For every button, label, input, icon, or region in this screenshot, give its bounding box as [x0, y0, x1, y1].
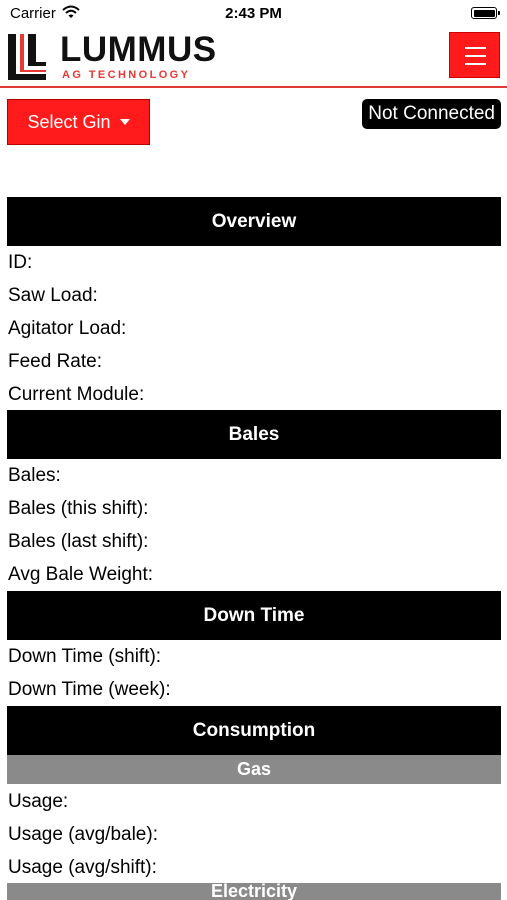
- consumption-title: Consumption: [192, 719, 316, 741]
- field-feed-rate: Feed Rate:: [8, 351, 102, 372]
- battery-icon: [471, 7, 500, 19]
- hamburger-line: [465, 63, 486, 65]
- caret-down-icon: [119, 119, 130, 125]
- logo-tagline: AG TECHNOLOGY: [62, 69, 191, 81]
- field-saw-load: Saw Load:: [8, 285, 98, 306]
- select-gin-dropdown[interactable]: Select Gin: [7, 99, 150, 145]
- status-bar: Carrier 2:43 PM: [0, 0, 507, 28]
- bales-title: Bales: [228, 423, 280, 445]
- field-id: ID:: [8, 252, 33, 273]
- consumption-header: Consumption: [7, 706, 501, 755]
- hamburger-line: [465, 55, 486, 57]
- bales-header: Bales: [7, 410, 501, 459]
- electricity-subheader: Electricity: [7, 883, 501, 900]
- field-avg-bale-weight: Avg Bale Weight:: [8, 564, 154, 585]
- field-down-time-week: Down Time (week):: [8, 679, 171, 700]
- field-gas-usage-avg-shift: Usage (avg/shift):: [8, 857, 157, 878]
- clock: 2:43 PM: [225, 5, 282, 22]
- field-gas-usage-avg-bale: Usage (avg/bale):: [8, 824, 158, 845]
- field-current-module: Current Module:: [8, 384, 145, 405]
- connection-status-text: Not Connected: [368, 103, 495, 124]
- field-bales-this-shift: Bales (this shift):: [8, 498, 149, 519]
- electricity-title: Electricity: [210, 883, 298, 900]
- field-bales: Bales:: [8, 465, 61, 486]
- down-time-header: Down Time: [7, 591, 501, 640]
- gas-subheader: Gas: [7, 755, 501, 784]
- down-time-title: Down Time: [203, 604, 305, 626]
- field-bales-last-shift: Bales (last shift):: [8, 531, 149, 552]
- field-gas-usage: Usage:: [8, 791, 69, 812]
- gas-title: Gas: [236, 759, 272, 779]
- menu-button[interactable]: [449, 32, 500, 78]
- lummus-logo-icon: [8, 34, 46, 80]
- connection-status-badge: Not Connected: [362, 99, 501, 129]
- logo-wordmark: LUMMUS: [60, 30, 217, 69]
- overview-header: Overview: [7, 197, 501, 246]
- select-gin-label: Select Gin: [27, 111, 111, 132]
- app-header: LUMMUS AG TECHNOLOGY: [0, 28, 507, 88]
- hamburger-line: [465, 47, 486, 49]
- field-down-time-shift: Down Time (shift):: [8, 646, 162, 667]
- field-agitator-load: Agitator Load:: [8, 318, 127, 339]
- overview-title: Overview: [211, 210, 297, 232]
